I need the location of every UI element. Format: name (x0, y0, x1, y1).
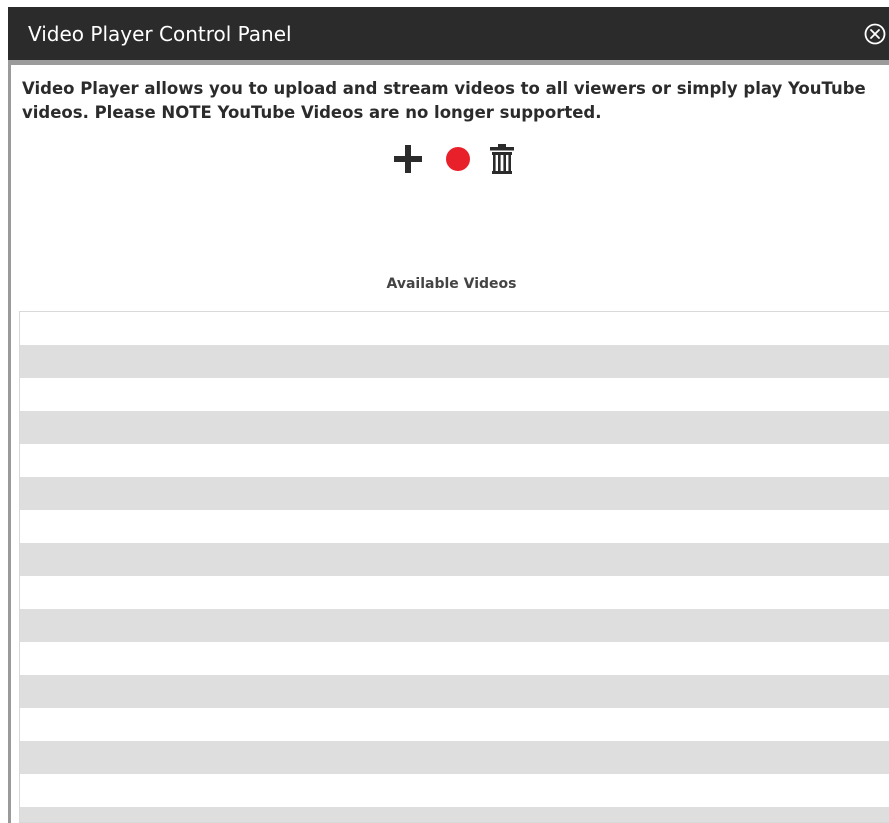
list-item[interactable] (20, 345, 889, 378)
video-toolbar (390, 141, 530, 177)
trash-icon (490, 144, 514, 174)
list-item[interactable] (20, 642, 889, 675)
list-item[interactable] (20, 609, 889, 642)
plus-icon (394, 145, 422, 173)
video-player-control-panel: Video Player Control Panel Video Player … (8, 7, 889, 823)
available-videos-heading: Available Videos (386, 276, 517, 292)
list-item[interactable] (20, 807, 889, 822)
available-videos-list[interactable] (19, 311, 889, 823)
list-item[interactable] (20, 741, 889, 774)
list-item[interactable] (20, 774, 889, 807)
delete-video-button[interactable] (487, 141, 517, 177)
list-item[interactable] (20, 444, 889, 477)
window-title: Video Player Control Panel (28, 22, 292, 46)
list-item[interactable] (20, 510, 889, 543)
list-item[interactable] (20, 477, 889, 510)
record-button[interactable] (441, 141, 477, 177)
title-bar: Video Player Control Panel (8, 7, 889, 65)
add-video-button[interactable] (390, 141, 426, 177)
panel-description: Video Player allows you to upload and st… (22, 79, 866, 122)
list-item[interactable] (20, 543, 889, 576)
list-item[interactable] (20, 411, 889, 444)
close-icon[interactable] (862, 21, 888, 47)
list-item[interactable] (20, 576, 889, 609)
record-icon (446, 147, 470, 171)
list-item[interactable] (20, 708, 889, 741)
list-item[interactable] (20, 675, 889, 708)
list-item[interactable] (20, 312, 889, 345)
list-item[interactable] (20, 378, 889, 411)
